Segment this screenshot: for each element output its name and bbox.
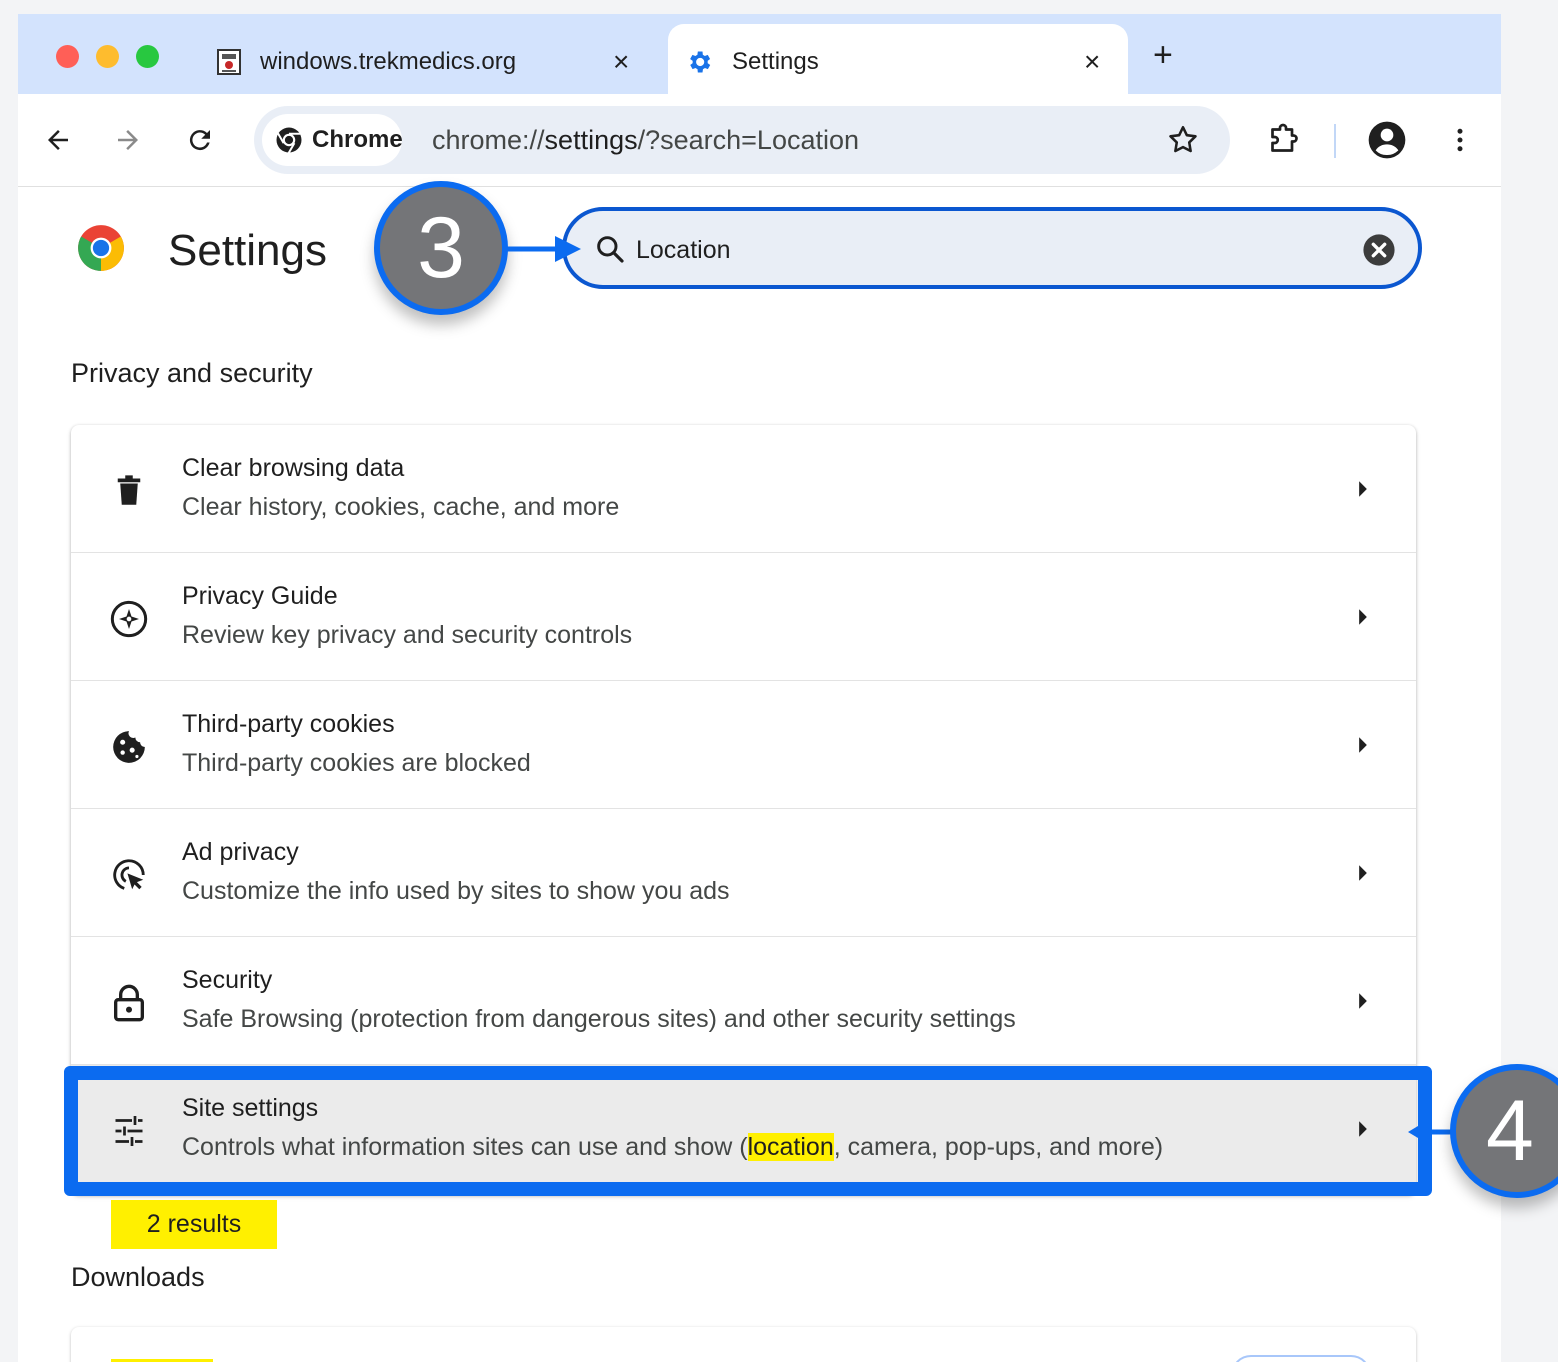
settings-row-security[interactable]: Security Safe Browsing (protection from … [71, 937, 1416, 1065]
trekmedics-icon [214, 47, 244, 77]
search-input[interactable]: Location [636, 235, 731, 265]
chevron-right-icon [1351, 861, 1375, 885]
row-title: Security [182, 966, 273, 994]
step-number: 3 [417, 199, 465, 296]
chrome-logo-icon [76, 223, 126, 278]
more-vertical-icon [1457, 128, 1463, 152]
url-text[interactable]: chrome://settings/?search=Location [432, 124, 859, 156]
site-settings-highlight [64, 1066, 1432, 1196]
downloads-card [71, 1327, 1416, 1362]
back-button[interactable] [38, 120, 78, 160]
window-minimize-button[interactable] [96, 45, 119, 68]
reload-button[interactable] [180, 120, 220, 160]
settings-row-privacy-guide[interactable]: Privacy Guide Review key privacy and sec… [71, 553, 1416, 681]
url-prefix: chrome:// [432, 125, 545, 155]
tab-title: windows.trekmedics.org [260, 48, 517, 75]
puzzle-icon [1271, 123, 1298, 152]
profile-avatar[interactable] [1367, 120, 1407, 160]
row-subtitle: Review key privacy and security controls [182, 621, 633, 649]
browser-toolbar: Chrome chrome://settings/?search=Locatio… [18, 94, 1501, 187]
bookmark-star-icon[interactable] [1166, 123, 1200, 162]
settings-search[interactable]: Location [562, 207, 1422, 289]
row-subtitle: Customize the info used by sites to show… [182, 877, 730, 905]
chevron-right-icon [1351, 989, 1375, 1013]
row-title: Third-party cookies [182, 710, 395, 738]
tab-settings[interactable]: Settings × [668, 24, 1128, 94]
gear-icon [684, 47, 714, 77]
extensions-button[interactable] [1263, 120, 1303, 160]
row-subtitle: Clear history, cookies, cache, and more [182, 493, 620, 521]
search-icon [594, 233, 626, 270]
account-icon [1368, 121, 1406, 159]
section-heading-downloads: Downloads [71, 1262, 205, 1292]
chrome-logo-icon [274, 125, 304, 155]
url-host: settings [544, 125, 638, 155]
settings-row-clear-browsing-data[interactable]: Clear browsing data Clear history, cooki… [71, 425, 1416, 553]
chip-label: Chrome [312, 126, 403, 153]
new-tab-button[interactable]: + [1153, 38, 1173, 72]
tab-close-icon[interactable]: × [613, 45, 629, 79]
chevron-right-icon [1351, 733, 1375, 757]
tab-trekmedics[interactable]: windows.trekmedics.org × [198, 24, 668, 94]
row-title: Ad privacy [182, 838, 299, 866]
clear-search-icon[interactable] [1362, 233, 1396, 272]
url-rest: /?search=Location [637, 125, 860, 155]
row-title: Clear browsing data [182, 454, 405, 482]
arrow-annotation [505, 236, 581, 262]
row-subtitle: Safe Browsing (protection from dangerous… [182, 1005, 1016, 1033]
tab-strip: windows.trekmedics.org × Settings × + [18, 14, 1501, 94]
lock-icon [107, 981, 151, 1025]
reload-icon [189, 130, 210, 151]
ad-privacy-icon [107, 853, 151, 897]
page-title: Settings [168, 226, 327, 275]
tab-close-icon[interactable]: × [1084, 45, 1100, 79]
site-info-chip[interactable]: Chrome [262, 114, 403, 166]
cookie-icon [107, 725, 151, 769]
chevron-right-icon [1351, 605, 1375, 629]
section-heading-privacy: Privacy and security [71, 358, 313, 388]
forward-button[interactable] [108, 120, 148, 160]
step-3-callout: 3 [374, 181, 508, 315]
arrow-left-icon [48, 130, 68, 150]
settings-row-third-party-cookies[interactable]: Third-party cookies Third-party cookies … [71, 681, 1416, 809]
search-results-badge: 2 results [111, 1200, 277, 1249]
row-subtitle: Third-party cookies are blocked [182, 749, 531, 777]
window-maximize-button[interactable] [136, 45, 159, 68]
toolbar-divider [1334, 124, 1336, 158]
downloads-action-button[interactable] [1231, 1355, 1371, 1362]
arrow-right-icon [118, 130, 138, 150]
row-title: Privacy Guide [182, 582, 338, 610]
menu-button[interactable] [1440, 120, 1480, 160]
compass-icon [107, 597, 151, 641]
chevron-right-icon [1351, 477, 1375, 501]
address-bar[interactable]: Chrome chrome://settings/?search=Locatio… [254, 106, 1230, 174]
step-number: 4 [1486, 1082, 1534, 1179]
tab-title: Settings [732, 48, 819, 75]
window-close-button[interactable] [56, 45, 79, 68]
settings-row-ad-privacy[interactable]: Ad privacy Customize the info used by si… [71, 809, 1416, 937]
trash-icon [107, 469, 151, 513]
